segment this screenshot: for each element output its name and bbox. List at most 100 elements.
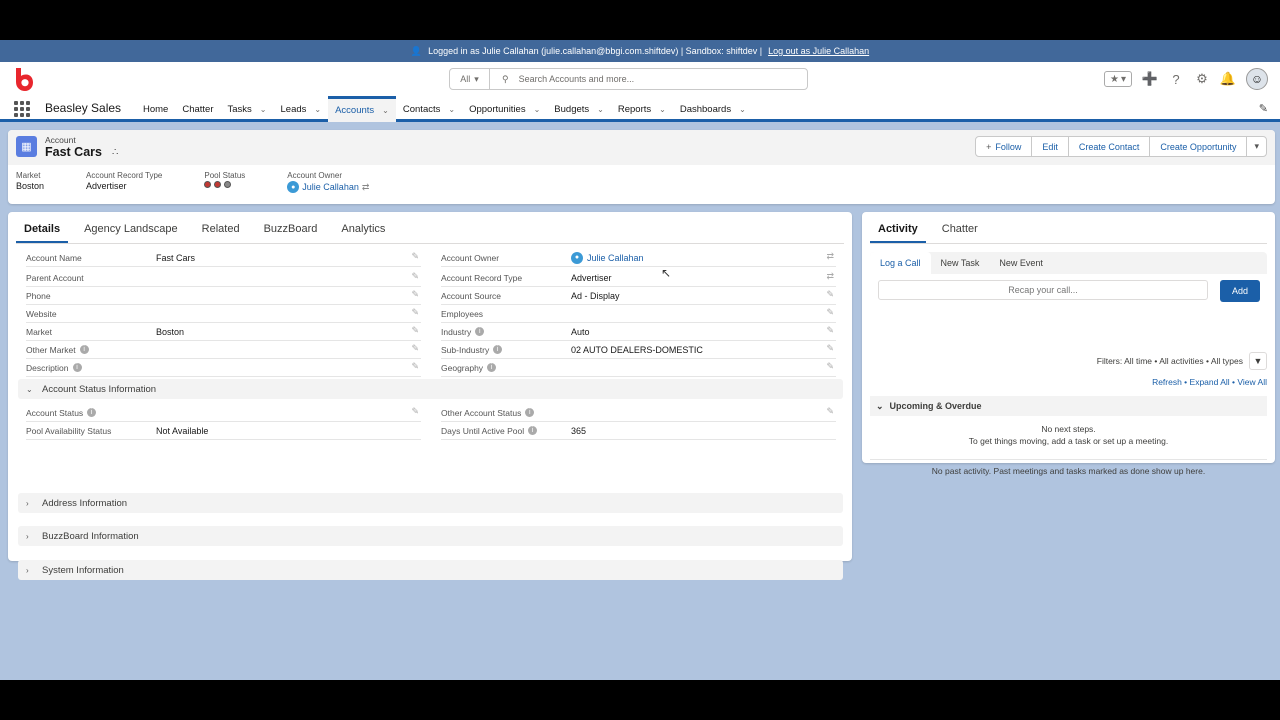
- nav-item-chatter[interactable]: Chatter: [175, 96, 220, 122]
- edit-pencil-icon[interactable]: ✎: [826, 361, 834, 372]
- activity-publisher: Log a Call New Task New Event Recap your…: [870, 252, 1267, 326]
- info-icon[interactable]: i: [525, 408, 535, 417]
- follow-button[interactable]: + Follow: [976, 137, 1033, 156]
- edit-pencil-icon[interactable]: ✎: [411, 271, 419, 282]
- info-icon[interactable]: i: [72, 363, 82, 372]
- change-owner-icon[interactable]: ⇄: [362, 182, 370, 193]
- nav-item-accounts[interactable]: Accounts ⌄: [328, 96, 396, 122]
- red-status-dot: [214, 181, 222, 188]
- edit-pencil-icon[interactable]: ✎: [826, 343, 834, 354]
- nav-item-tasks[interactable]: Tasks ⌄: [221, 96, 274, 122]
- section-buzzboard-information[interactable]: › BuzzBoard Information: [18, 526, 843, 546]
- global-search[interactable]: All ▾ ⚲ Search Accounts and more...: [449, 68, 808, 90]
- field-label: Other Market: [26, 344, 76, 355]
- section-account-status[interactable]: ⌄ Account Status Information: [18, 379, 843, 399]
- chevron-down-icon[interactable]: ⌄: [534, 105, 541, 114]
- nav-item-leads[interactable]: Leads ⌄: [274, 96, 329, 122]
- section-address-information[interactable]: › Address Information: [18, 493, 843, 513]
- field-label: Pool Availability Status: [26, 425, 112, 436]
- favorites-button[interactable]: ★ ▾: [1104, 71, 1132, 87]
- edit-pencil-icon[interactable]: ✎: [826, 406, 834, 417]
- nav-item-reports[interactable]: Reports ⌄: [611, 96, 673, 122]
- tab-activity[interactable]: Activity: [870, 218, 926, 243]
- nav-item-opportunities[interactable]: Opportunities ⌄: [462, 96, 547, 122]
- info-icon[interactable]: i: [528, 426, 538, 435]
- more-actions-button[interactable]: ▾: [1247, 137, 1266, 156]
- tab-new-event[interactable]: New Event: [989, 252, 1053, 274]
- edit-pencil-icon[interactable]: ✎: [411, 307, 419, 318]
- bell-icon[interactable]: 🔔: [1220, 71, 1236, 87]
- chevron-down-icon[interactable]: ⌄: [448, 105, 455, 114]
- activity-links[interactable]: Refresh • Expand All • View All: [1152, 377, 1267, 387]
- tab-analytics[interactable]: Analytics: [333, 218, 393, 243]
- edit-pencil-icon[interactable]: ✎: [411, 325, 419, 336]
- publisher-tabs: Log a Call New Task New Event: [870, 252, 1267, 274]
- nav-item-label: Budgets: [554, 103, 590, 115]
- chevron-down-icon[interactable]: ⌄: [659, 105, 666, 114]
- change-record-type-icon[interactable]: ⇄: [826, 271, 834, 282]
- field-phone: Phone ✎: [26, 287, 421, 305]
- edit-pencil-icon[interactable]: ✎: [826, 307, 834, 318]
- star-icon: ★: [1110, 73, 1119, 85]
- field-geography: Geography i ✎: [441, 359, 836, 377]
- owner-value: ● Julie Callahan ⇄: [287, 181, 369, 193]
- add-button[interactable]: Add: [1220, 280, 1260, 302]
- info-icon[interactable]: i: [487, 363, 497, 372]
- tab-log-a-call[interactable]: Log a Call: [870, 252, 931, 274]
- upcoming-overdue-section[interactable]: ⌄ Upcoming & Overdue: [870, 396, 1267, 416]
- hierarchy-icon[interactable]: ∴: [112, 147, 118, 158]
- tab-new-task[interactable]: New Task: [931, 252, 990, 274]
- recap-call-input[interactable]: Recap your call...: [878, 280, 1208, 300]
- owner-link[interactable]: Julie Callahan: [587, 253, 644, 263]
- info-icon[interactable]: i: [79, 345, 89, 354]
- owner-link[interactable]: Julie Callahan: [302, 182, 359, 192]
- tab-agency-landscape[interactable]: Agency Landscape: [76, 218, 186, 243]
- edit-pencil-icon[interactable]: ✎: [411, 251, 419, 262]
- edit-pencil-icon[interactable]: ✎: [411, 406, 419, 417]
- app-launcher-icon[interactable]: [14, 101, 30, 117]
- create-opportunity-button[interactable]: Create Opportunity: [1150, 137, 1248, 156]
- edit-pencil-icon[interactable]: ✎: [826, 325, 834, 336]
- section-system-information[interactable]: › System Information: [18, 560, 843, 580]
- tab-details[interactable]: Details: [16, 218, 69, 243]
- edit-pencil-icon[interactable]: ✎: [411, 361, 419, 372]
- chevron-down-icon[interactable]: ⌄: [382, 106, 389, 115]
- nav-item-dashboards[interactable]: Dashboards ⌄: [673, 96, 753, 122]
- user-avatar[interactable]: ☺: [1246, 68, 1268, 90]
- nav-item-label: Dashboards: [679, 103, 732, 115]
- info-icon[interactable]: i: [475, 327, 485, 336]
- nav-item-contacts[interactable]: Contacts ⌄: [396, 96, 462, 122]
- plus-icon: +: [986, 141, 992, 152]
- search-scope-select[interactable]: All ▾: [450, 69, 490, 89]
- edit-pencil-icon[interactable]: ✎: [411, 289, 419, 300]
- create-contact-button[interactable]: Create Contact: [1069, 137, 1151, 156]
- nav-item-home[interactable]: Home: [136, 96, 175, 122]
- field-other-account-status: Other Account Status i ✎: [441, 404, 836, 422]
- field-website: Website ✎: [26, 305, 421, 323]
- change-owner-icon[interactable]: ⇄: [826, 251, 834, 262]
- tab-related[interactable]: Related: [194, 218, 248, 243]
- user-icon: 👤: [410, 45, 423, 56]
- edit-nav-pencil-icon[interactable]: ✎: [1259, 102, 1268, 115]
- nav-item-budgets[interactable]: Budgets ⌄: [547, 96, 611, 122]
- edit-pencil-icon[interactable]: ✎: [826, 289, 834, 300]
- chevron-down-icon[interactable]: ⌄: [314, 105, 321, 114]
- beasley-logo-icon[interactable]: [12, 66, 34, 92]
- edit-pencil-icon[interactable]: ✎: [411, 343, 419, 354]
- info-icon[interactable]: i: [87, 408, 97, 417]
- chevron-down-icon[interactable]: ⌄: [597, 105, 604, 114]
- chevron-down-icon[interactable]: ⌄: [260, 105, 267, 114]
- search-input[interactable]: ⚲ Search Accounts and more...: [490, 74, 807, 85]
- chevron-down-icon[interactable]: ⌄: [739, 105, 746, 114]
- logout-link[interactable]: Log out as Julie Callahan: [768, 46, 869, 56]
- global-create-icon[interactable]: ➕: [1142, 71, 1158, 87]
- tab-buzzboard[interactable]: BuzzBoard: [256, 218, 326, 243]
- help-icon[interactable]: ?: [1168, 71, 1184, 87]
- tab-chatter[interactable]: Chatter: [934, 218, 986, 243]
- edit-button[interactable]: Edit: [1032, 137, 1069, 156]
- gear-icon[interactable]: ⚙: [1194, 71, 1210, 87]
- filter-icon[interactable]: ▼: [1249, 352, 1267, 370]
- info-icon[interactable]: i: [493, 345, 503, 354]
- field-label-wrap: Account Status i: [26, 408, 156, 418]
- field-label: Other Account Status: [441, 407, 522, 418]
